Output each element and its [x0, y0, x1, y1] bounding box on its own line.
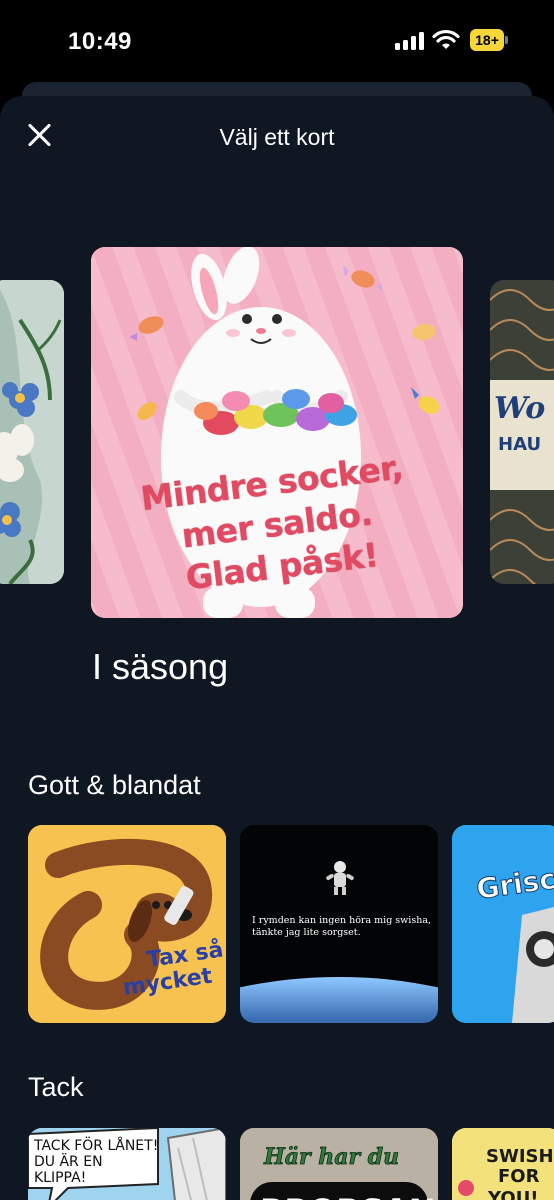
status-bar: 10:49 18+ — [0, 0, 554, 84]
cellular-signal-icon — [395, 32, 424, 50]
screen: 10:49 18+ Välj ett kort Mindre socker, m… — [0, 0, 554, 1200]
peek-card-text: HAU — [498, 434, 541, 455]
card-thumbnail[interactable]: Här har du BRORSAN — [240, 1128, 438, 1200]
selected-card[interactable]: Mindre socker, mer saldo. Glad påsk! — [91, 247, 463, 618]
card-picker-sheet: Välj ett kort Mindre socker, mer saldo. … — [0, 96, 554, 1200]
card-thumbnail-text: I rymden kan ingen höra mig swisha, — [252, 915, 431, 926]
card-thumbnail-text: tänkte jag lite sorgset. — [252, 927, 361, 938]
card-thumbnail-text: KLIPPA! — [34, 1170, 86, 1186]
card-thumbnail[interactable]: I rymden kan ingen höra mig swisha, tänk… — [240, 825, 438, 1023]
carousel-card-next[interactable]: Wo HAU — [490, 280, 554, 584]
pattern-illustration: Wo HAU — [490, 280, 554, 584]
card-thumbnail-text: TACK FÖR LÅNET! — [33, 1136, 158, 1154]
card-thumbnail-text: FOR — [498, 1166, 540, 1187]
card-thumbnail[interactable]: Tax så mycket — [28, 825, 226, 1023]
grisc-illustration: Grisc — [452, 825, 554, 1023]
carousel-category-label: I säsong — [92, 646, 229, 687]
card-thumbnail[interactable]: Grisc — [452, 825, 554, 1023]
card-thumbnail[interactable]: TACK FÖR LÅNET! DU ÄR EN KLIPPA! — [28, 1128, 226, 1200]
wifi-icon — [432, 29, 460, 49]
section-title: Gott & blandat — [28, 770, 201, 800]
card-thumbnail-text: BRORSAN — [260, 1192, 435, 1200]
peek-card-text: Wo — [494, 391, 545, 426]
section-title: Tack — [28, 1072, 84, 1102]
sheet-title: Välj ett kort — [219, 124, 335, 150]
swish-for-you-illustration: SWISH FOR YOU! — [452, 1128, 554, 1200]
brorsan-illustration: Här har du BRORSAN — [240, 1128, 438, 1200]
thanks-klippa-illustration: TACK FÖR LÅNET! DU ÄR EN KLIPPA! — [28, 1128, 226, 1200]
card-thumbnail-text: Här har du — [263, 1144, 399, 1170]
card-thumbnail[interactable]: SWISH FOR YOU! — [452, 1128, 554, 1200]
dachshund-illustration: Tax så mycket — [28, 825, 226, 1023]
card-thumbnail-text: DU ÄR EN — [34, 1152, 103, 1170]
flower-illustration — [0, 280, 64, 584]
space-illustration: I rymden kan ingen höra mig swisha, tänk… — [240, 825, 438, 1023]
card-thumbnail-text: SWISH — [486, 1146, 554, 1167]
card-thumbnail-text: YOU! — [487, 1188, 539, 1200]
carousel-card-previous[interactable] — [0, 280, 64, 584]
battery-icon: 18+ — [470, 29, 508, 51]
status-time: 10:49 — [68, 28, 132, 55]
battery-level: 18+ — [470, 29, 504, 51]
